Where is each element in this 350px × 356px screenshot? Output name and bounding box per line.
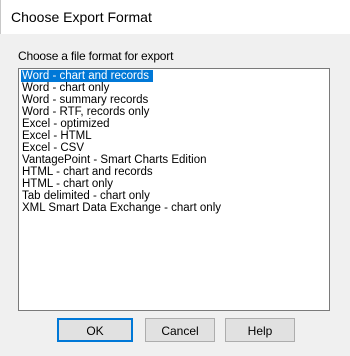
list-item-3[interactable]: Word - RTF, records only [21, 106, 153, 118]
list-item-0[interactable]: Word - chart and records [21, 70, 153, 82]
list-item-4[interactable]: Excel - optimized [21, 118, 114, 130]
ok-button[interactable]: OK [57, 318, 133, 342]
list-item-10[interactable]: Tab delimited - chart only [21, 190, 154, 202]
list-item-5[interactable]: Excel - HTML [21, 130, 96, 142]
dialog-title: Choose Export Format [11, 9, 152, 25]
title-bar[interactable]: Choose Export Format [0, 0, 350, 34]
list-item-1[interactable]: Word - chart only [21, 82, 113, 94]
list-item-11[interactable]: XML Smart Data Exchange - chart only [21, 202, 225, 214]
prompt-label: Choose a file format for export [18, 49, 174, 63]
export-format-dialog: Choose Export Format Choose a file forma… [0, 0, 350, 356]
help-button[interactable]: Help [225, 318, 295, 342]
list-item-9[interactable]: HTML - chart only [21, 178, 117, 190]
list-item-6[interactable]: Excel - CSV [21, 142, 88, 154]
list-item-7[interactable]: VantagePoint - Smart Charts Edition [21, 154, 211, 166]
format-listbox[interactable]: Word - chart and records Word - chart onl… [18, 68, 330, 311]
list-item-8[interactable]: HTML - chart and records [21, 166, 157, 178]
cancel-button[interactable]: Cancel [145, 318, 215, 342]
list-item-2[interactable]: Word - summary records [21, 94, 152, 106]
